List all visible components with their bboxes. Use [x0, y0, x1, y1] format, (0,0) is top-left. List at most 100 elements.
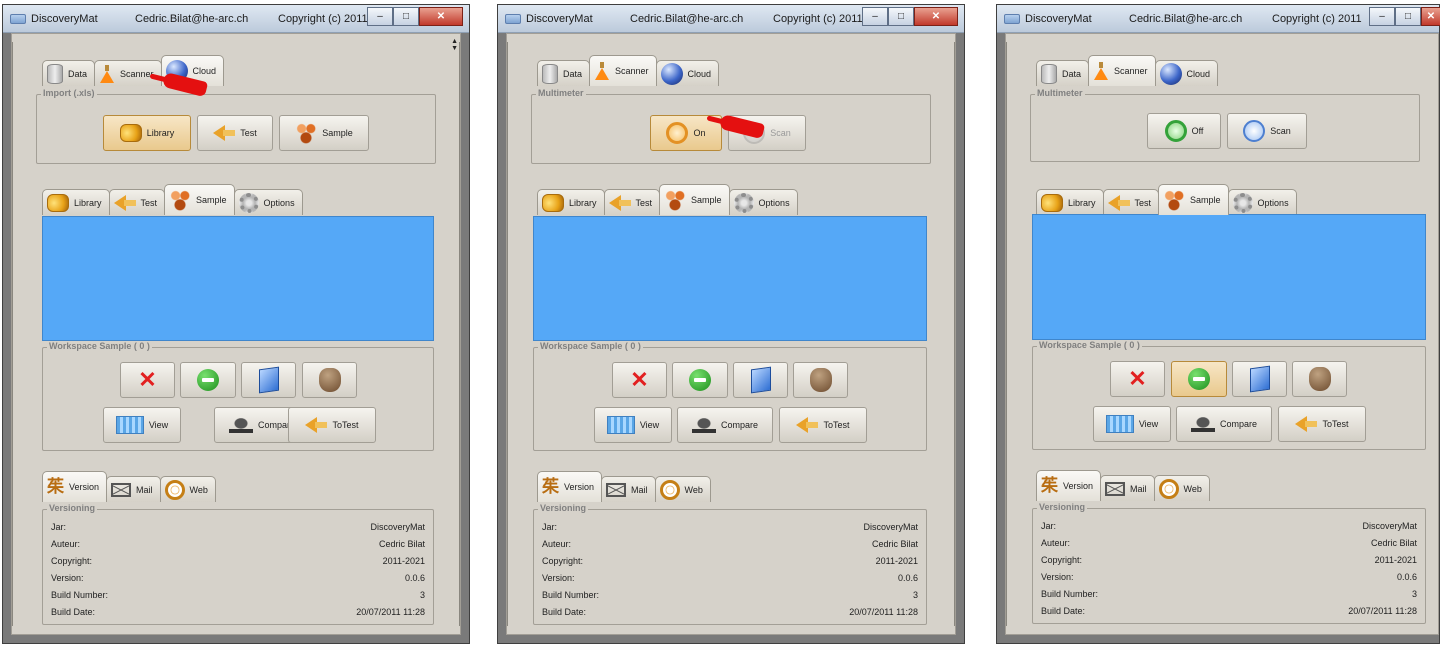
tab-test[interactable]: Test — [603, 189, 661, 215]
minimize-button[interactable]: – — [1369, 7, 1395, 26]
scan-icon — [1243, 120, 1266, 142]
client-area: Data Scanner Cloud Multimeter Off Scan L… — [1005, 33, 1439, 635]
view-icon — [1105, 415, 1134, 433]
minimize-button[interactable]: – — [367, 7, 393, 26]
hand-button[interactable] — [1292, 361, 1347, 397]
close-button[interactable]: ✕ — [914, 7, 958, 26]
window-title: DiscoveryMat — [1025, 13, 1092, 25]
tab-options[interactable]: Options — [1227, 189, 1297, 215]
select-button[interactable] — [733, 362, 788, 398]
tab-mail[interactable]: Mail — [601, 476, 656, 502]
sample-list-panel[interactable] — [533, 216, 927, 341]
tab-cloud[interactable]: Cloud — [1154, 60, 1219, 86]
tab-data[interactable]: Data — [42, 60, 96, 86]
middle-tabs: Library Test Sample Options — [1036, 183, 1297, 215]
tab-version[interactable]: 茱 Version — [1036, 470, 1102, 501]
library-icon — [542, 193, 564, 212]
sample-icon — [1163, 189, 1186, 211]
sample-list-panel[interactable] — [42, 216, 434, 341]
totest-button[interactable]: ToTest — [1278, 406, 1366, 442]
totest-button[interactable]: ToTest — [288, 407, 376, 443]
tab-mail[interactable]: Mail — [106, 476, 161, 502]
maximize-button[interactable]: □ — [393, 7, 419, 26]
hand-icon — [318, 368, 341, 392]
tab-library[interactable]: Library — [42, 189, 110, 215]
multimeter-off-button[interactable]: Off — [1147, 113, 1221, 149]
maximize-button[interactable]: □ — [1395, 7, 1421, 26]
hand-button[interactable] — [302, 362, 357, 398]
tab-scanner[interactable]: Scanner — [1088, 55, 1156, 86]
tab-options[interactable]: Options — [233, 189, 303, 215]
tab-data[interactable]: Data — [537, 60, 591, 86]
tab-web[interactable]: Web — [654, 476, 711, 502]
tab-web[interactable]: Web — [159, 476, 216, 502]
mail-icon — [111, 482, 132, 497]
tab-sample[interactable]: Sample — [1158, 184, 1229, 215]
tab-library[interactable]: Library — [1036, 189, 1104, 215]
app-window-1: DiscoveryMat Cedric.Bilat@he-arc.ch Copy… — [2, 4, 470, 644]
select-button[interactable] — [241, 362, 296, 398]
multimeter-group: Multimeter Off Scan — [1030, 88, 1420, 162]
tab-version[interactable]: 茱 Version — [537, 471, 603, 502]
flask-icon — [594, 62, 610, 80]
multimeter-scan-button[interactable]: Scan — [1227, 113, 1307, 149]
close-button[interactable]: ✕ — [1421, 7, 1440, 26]
delete-button[interactable]: ✕ — [612, 362, 667, 398]
version-row: Auteur: Cedric Bilat — [542, 539, 918, 549]
tab-scanner[interactable]: Scanner — [589, 55, 657, 86]
view-button[interactable]: View — [1093, 406, 1171, 442]
tab-sample[interactable]: Sample — [659, 184, 730, 215]
bottom-tabs: 茱 Version Mail Web — [42, 470, 216, 502]
close-button[interactable]: ✕ — [419, 7, 463, 26]
remove-button[interactable] — [672, 362, 728, 398]
workspace-group: Workspace Sample ( 0 ) ✕ View Compare To… — [533, 341, 927, 451]
workspace-title: Workspace Sample ( 0 ) — [1037, 340, 1142, 350]
tab-web[interactable]: Web — [1153, 475, 1210, 501]
minimize-button[interactable]: – — [862, 7, 888, 26]
tab-library[interactable]: Library — [537, 189, 605, 215]
tab-cloud[interactable]: Cloud — [655, 60, 720, 86]
tab-test[interactable]: Test — [108, 189, 166, 215]
import-sample-button[interactable]: Sample — [279, 115, 369, 151]
compare-button[interactable]: Compare — [1176, 406, 1272, 442]
database-icon — [542, 63, 558, 84]
import-library-button[interactable]: Library — [103, 115, 191, 151]
window-title: DiscoveryMat — [31, 13, 98, 25]
bottom-tabs: 茱 Version Mail Web — [1036, 469, 1210, 501]
import-group-title: Import (.xls) — [41, 88, 97, 98]
hand-button[interactable] — [793, 362, 848, 398]
sample-icon — [295, 122, 318, 144]
view-button[interactable]: View — [103, 407, 181, 443]
totest-button[interactable]: ToTest — [779, 407, 867, 443]
maximize-button[interactable]: □ — [888, 7, 914, 26]
sample-list-panel[interactable] — [1032, 214, 1426, 340]
version-row: Version: 0.0.6 — [542, 573, 918, 583]
version-row: Build Date: 20/07/2011 11:28 — [51, 607, 425, 617]
tab-options[interactable]: Options — [728, 189, 798, 215]
remove-icon — [689, 369, 711, 391]
title-bar[interactable]: DiscoveryMat Cedric.Bilat@he-arc.ch Copy… — [997, 5, 1440, 33]
compare-button[interactable]: Compare — [677, 407, 773, 443]
select-button[interactable] — [1232, 361, 1287, 397]
view-button[interactable]: View — [594, 407, 672, 443]
tab-version[interactable]: 茱 Version — [42, 471, 108, 502]
import-group: Import (.xls) Library Test Sample — [36, 88, 436, 164]
gear-icon — [733, 192, 754, 213]
window-user: Cedric.Bilat@he-arc.ch — [135, 13, 249, 25]
window-copyright: Copyright (c) 2011-... — [278, 13, 368, 25]
title-bar[interactable]: DiscoveryMat Cedric.Bilat@he-arc.ch Copy… — [3, 5, 469, 33]
title-bar[interactable]: DiscoveryMat Cedric.Bilat@he-arc.ch Copy… — [498, 5, 964, 33]
test-arrow-icon — [1107, 194, 1130, 211]
import-test-button[interactable]: Test — [197, 115, 273, 151]
delete-button[interactable]: ✕ — [1110, 361, 1165, 397]
collapse-arrows-icon[interactable]: ▲ ▼ — [451, 38, 458, 52]
tab-data[interactable]: Data — [1036, 60, 1090, 86]
tab-test[interactable]: Test — [1102, 189, 1160, 215]
remove-button[interactable] — [180, 362, 236, 398]
remove-button[interactable] — [1171, 361, 1227, 397]
compare-icon — [691, 417, 716, 433]
tab-sample[interactable]: Sample — [164, 184, 235, 215]
versioning-title: Versioning — [47, 503, 98, 513]
tab-mail[interactable]: Mail — [1100, 475, 1155, 501]
delete-button[interactable]: ✕ — [120, 362, 175, 398]
